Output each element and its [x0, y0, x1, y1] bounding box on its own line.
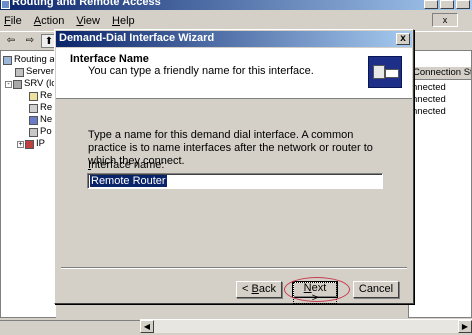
minimize-button[interactable]	[424, 0, 438, 9]
server-icon	[13, 79, 22, 89]
policy-icon	[29, 127, 38, 137]
connection-state-cell: nnected	[412, 106, 446, 117]
app-icon	[1, 0, 10, 9]
computer-icon	[3, 55, 12, 65]
tree-item-network-interfaces[interactable]: Ne	[29, 114, 52, 126]
routing-icon	[25, 139, 34, 149]
computer-graphic-icon	[373, 65, 385, 79]
demand-dial-wizard-dialog: Demand-Dial Interface Wizard x Interface…	[54, 29, 414, 304]
connection-state-cell: nnected	[412, 94, 446, 105]
column-header-connection-state[interactable]: Connection State	[409, 66, 471, 80]
console-tree[interactable]: Routing an Server - SRV (lc Re Re Ne Po	[0, 50, 56, 318]
tree-item-routing-root[interactable]: Routing an	[3, 54, 56, 66]
menu-help[interactable]: Help	[112, 15, 135, 27]
wizard-subheading: You can type a friendly name for this in…	[88, 65, 314, 77]
network-wizard-icon	[368, 56, 402, 88]
back-button[interactable]: < Back	[236, 281, 282, 298]
main-titlebar[interactable]: Routing and Remote Access	[0, 0, 472, 10]
cancel-button[interactable]: Cancel	[353, 281, 399, 298]
tree-item-remote-access-clients[interactable]: Re	[29, 90, 52, 102]
interface-name-value: Remote Router	[90, 175, 167, 187]
wizard-header: Interface Name You can type a friendly n…	[56, 48, 412, 99]
tree-item-policies[interactable]: Po	[29, 126, 52, 138]
collapse-icon[interactable]: -	[5, 80, 12, 88]
next-button-highlight-ellipse	[284, 277, 350, 302]
wizard-separator	[61, 267, 407, 269]
interface-name-input[interactable]: Remote Router	[87, 173, 383, 189]
tree-item-server-status[interactable]: Server	[15, 66, 54, 78]
forward-arrow-icon[interactable]: ⇨	[22, 34, 38, 48]
wizard-title: Demand-Dial Interface Wizard	[59, 32, 215, 44]
wizard-titlebar[interactable]: Demand-Dial Interface Wizard x	[56, 31, 412, 47]
folder-icon	[29, 91, 38, 101]
connection-state-cell: nnected	[412, 82, 446, 93]
wizard-heading: Interface Name	[70, 53, 149, 65]
interface-name-label: Interface name:	[88, 159, 165, 171]
statusbar	[0, 320, 140, 335]
back-arrow-icon[interactable]: ⇦	[3, 34, 19, 48]
mdi-close-button[interactable]: x	[432, 13, 458, 27]
folder-icon	[29, 103, 38, 113]
details-pane[interactable]: Connection State nnected nnected nnected	[408, 50, 472, 318]
tree-item-srv[interactable]: - SRV (lc	[5, 78, 56, 90]
menu-view[interactable]: View	[76, 15, 100, 27]
close-button[interactable]	[456, 0, 470, 9]
tree-item-ip-routing[interactable]: + IP	[17, 138, 45, 150]
tree-item-ports[interactable]: Re	[29, 102, 52, 114]
menu-action[interactable]: Action	[34, 15, 65, 27]
menu-file[interactable]: File	[4, 15, 22, 27]
network-icon	[29, 115, 38, 125]
menubar: File Action View Help x	[0, 12, 472, 30]
expand-icon[interactable]: +	[17, 140, 24, 148]
wizard-close-button[interactable]: x	[396, 33, 410, 45]
horizontal-scrollbar[interactable]: ◀ ▶	[140, 319, 472, 333]
scroll-right-icon[interactable]: ▶	[458, 320, 472, 333]
main-window-title: Routing and Remote Access	[12, 0, 161, 8]
server-status-icon	[15, 67, 24, 77]
router-graphic-icon	[385, 69, 399, 78]
maximize-button[interactable]	[440, 0, 454, 9]
scroll-left-icon[interactable]: ◀	[140, 320, 154, 333]
